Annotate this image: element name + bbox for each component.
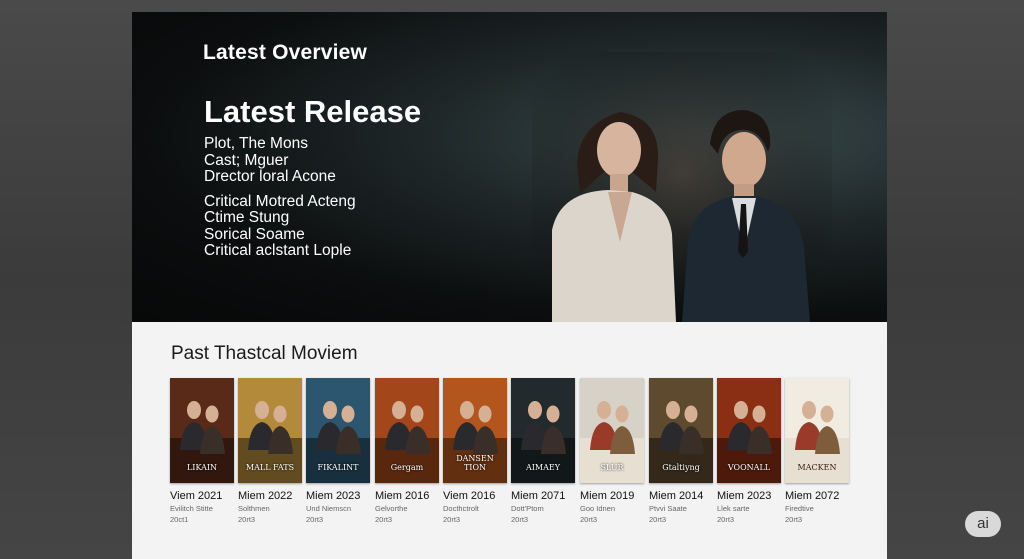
movie-title: Miem 2019 <box>580 490 635 502</box>
hero-image <box>532 52 832 322</box>
movie-title: Viem 2016 <box>443 490 496 502</box>
movie-year: 20rt3 <box>511 515 529 524</box>
movie-subtitle: Llek sarte <box>717 504 750 513</box>
movie-subtitle: Goo Idnen <box>580 504 616 513</box>
past-movies-heading: Past Thastcal Moviem <box>171 343 358 364</box>
movie-year: 20rt3 <box>375 515 393 524</box>
movie-title: Viem 2021 <box>170 490 223 502</box>
overview-heading: Latest Overview <box>203 41 368 64</box>
movie-grid: LIKAIN Viem 2021 Evilitch Stitte 20ct1 M… <box>170 378 860 538</box>
critic-notes: Critical Motred Acteng Ctime Stung Soric… <box>204 192 356 260</box>
ai-badge[interactable]: ai <box>965 511 1001 537</box>
movie-year: 20rt3 <box>785 515 803 524</box>
movie-year: 20ct1 <box>170 515 189 524</box>
movie-year: 20rt3 <box>238 515 256 524</box>
release-title: Latest Release <box>204 94 422 129</box>
movie-card[interactable]: MACKEN Miem 2072 Firedtive 20rt3 <box>785 378 849 524</box>
poster-title: MALL FATS <box>245 463 295 472</box>
movie-poster[interactable]: DANSEN TION <box>443 378 507 483</box>
movie-card[interactable]: DANSEN TION Viem 2016 Docthctrolt 20rt3 <box>443 378 507 524</box>
hero-banner: Latest Overview Latest Release Plot, The… <box>132 12 887 322</box>
movie-poster[interactable]: VOONALL <box>717 378 781 483</box>
release-info: Plot, The Mons Cast; Mguer Drector loral… <box>204 135 356 268</box>
movie-poster[interactable]: MALL FATS <box>238 378 302 483</box>
movie-poster[interactable]: SLUR <box>580 378 644 483</box>
poster-title: Gergam <box>390 463 424 472</box>
movie-subtitle: Solthmen <box>238 504 270 513</box>
movie-year: 20rt3 <box>580 515 598 524</box>
movie-year: 20rt3 <box>649 515 667 524</box>
movie-card[interactable]: AIMAEY Miem 2071 Dott'Ptom 20rt3 <box>511 378 575 524</box>
movie-subtitle: Dott'Ptom <box>511 504 544 513</box>
movie-title: Miem 2023 <box>717 490 772 502</box>
movie-subtitle: Docthctrolt <box>443 504 479 513</box>
main-panel: Latest Overview Latest Release Plot, The… <box>132 12 887 559</box>
movie-card[interactable]: SLUR Miem 2019 Goo Idnen 20rt3 <box>580 378 644 524</box>
poster-title: DANSEN TION <box>456 454 494 472</box>
movie-card[interactable]: Gtaltiyng Miem 2014 Ptvvi Saate 20rt3 <box>649 378 713 524</box>
movie-title: Miem 2023 <box>306 490 361 502</box>
movie-poster[interactable]: LIKAIN <box>170 378 234 483</box>
detail-director: Drector loral Acone <box>204 168 336 185</box>
critic-line: Critical aclstant Lople <box>204 242 352 259</box>
movie-poster[interactable]: MACKEN <box>785 378 849 483</box>
movie-card[interactable]: MALL FATS Miem 2022 Solthmen 20rt3 <box>238 378 302 524</box>
movie-card[interactable]: FIKALINT Miem 2023 Und Niemscn 20rt3 <box>306 378 370 524</box>
movie-poster[interactable]: Gtaltiyng <box>649 378 713 483</box>
critic-line: Sorical Soame <box>204 225 305 243</box>
movie-title: Miem 2071 <box>511 490 566 502</box>
critic-line: Ctime Stung <box>204 209 290 226</box>
movie-poster[interactable]: FIKALINT <box>306 378 370 483</box>
poster-title: VOONALL <box>727 463 771 472</box>
movie-title: Miem 2016 <box>375 490 430 502</box>
movie-year: 20rt3 <box>443 515 461 524</box>
movie-subtitle: Firedtive <box>785 504 814 513</box>
poster-title: MACKEN <box>797 463 837 472</box>
movie-subtitle: Gelvorthe <box>375 504 408 513</box>
movie-title: Miem 2072 <box>785 490 840 502</box>
movie-card[interactable]: Gergam Miem 2016 Gelvorthe 20rt3 <box>375 378 439 524</box>
detail-plot: Plot, The Mons <box>204 135 308 152</box>
movie-poster[interactable]: AIMAEY <box>511 378 575 483</box>
movie-title: Miem 2022 <box>238 490 293 502</box>
critic-line: Critical Motred Acteng <box>204 192 356 210</box>
poster-title: FIKALINT <box>317 463 359 472</box>
movie-subtitle: Und Niemscn <box>306 504 352 513</box>
poster-title: Gtaltiyng <box>662 463 700 472</box>
movie-subtitle: Evilitch Stitte <box>170 504 213 513</box>
movie-poster[interactable]: Gergam <box>375 378 439 483</box>
poster-title: AIMAEY <box>525 463 561 472</box>
movie-card[interactable]: VOONALL Miem 2023 Llek sarte 20rt3 <box>717 378 781 524</box>
movie-card[interactable]: LIKAIN Viem 2021 Evilitch Stitte 20ct1 <box>170 378 234 524</box>
release-details: Plot, The Mons Cast; Mguer Drector loral… <box>204 135 356 186</box>
movie-year: 20rt3 <box>306 515 324 524</box>
poster-title: SLUR <box>600 463 624 472</box>
movie-title: Miem 2014 <box>649 490 704 502</box>
movie-year: 20rt3 <box>717 515 735 524</box>
poster-title: LIKAIN <box>186 463 218 472</box>
movie-subtitle: Ptvvi Saate <box>649 504 687 513</box>
detail-cast: Cast; Mguer <box>204 151 289 169</box>
